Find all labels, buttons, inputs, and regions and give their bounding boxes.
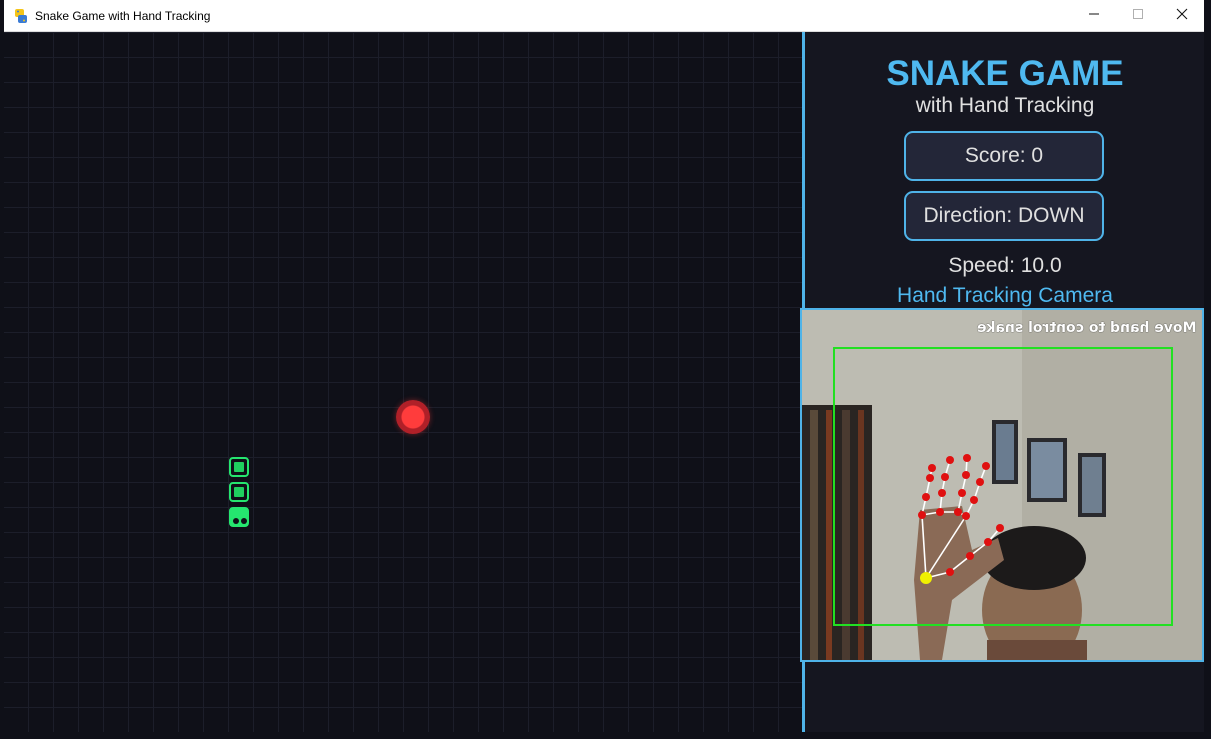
speed-text: Speed: 10.0 [948,254,1062,277]
camera-feed: Move hand to control snake [800,308,1204,662]
snake-eye [233,518,239,524]
game-title: SNAKE GAME [886,54,1124,93]
game-board[interactable] [4,32,802,732]
minimize-button[interactable] [1072,0,1116,31]
maximize-icon [1132,8,1144,24]
snake-body-segment [229,482,249,502]
close-icon [1176,8,1188,24]
direction-box: Direction: DOWN [904,191,1104,241]
food-apple [396,400,430,434]
close-button[interactable] [1160,0,1204,31]
camera-instruction-text: Move hand to control snake [976,320,1196,336]
camera-label: Hand Tracking Camera [897,284,1113,307]
game-window: Snake Game with Hand Tracking SNAKE GAME… [0,0,1211,739]
snake-body-segment [229,457,249,477]
python-icon [13,8,29,24]
camera-image [802,310,1202,660]
title-bar[interactable]: Snake Game with Hand Tracking [4,0,1204,32]
score-text: Score: 0 [964,144,1044,167]
snake-eye [241,518,247,524]
score-box: Score: 0 [904,131,1104,181]
minimize-icon [1088,8,1100,24]
snake-head [229,507,249,527]
game-subtitle: with Hand Tracking [915,94,1095,117]
maximize-button[interactable] [1116,0,1160,31]
window-title: Snake Game with Hand Tracking [35,8,211,23]
window-controls [1072,0,1204,31]
direction-text: Direction: DOWN [923,204,1085,227]
